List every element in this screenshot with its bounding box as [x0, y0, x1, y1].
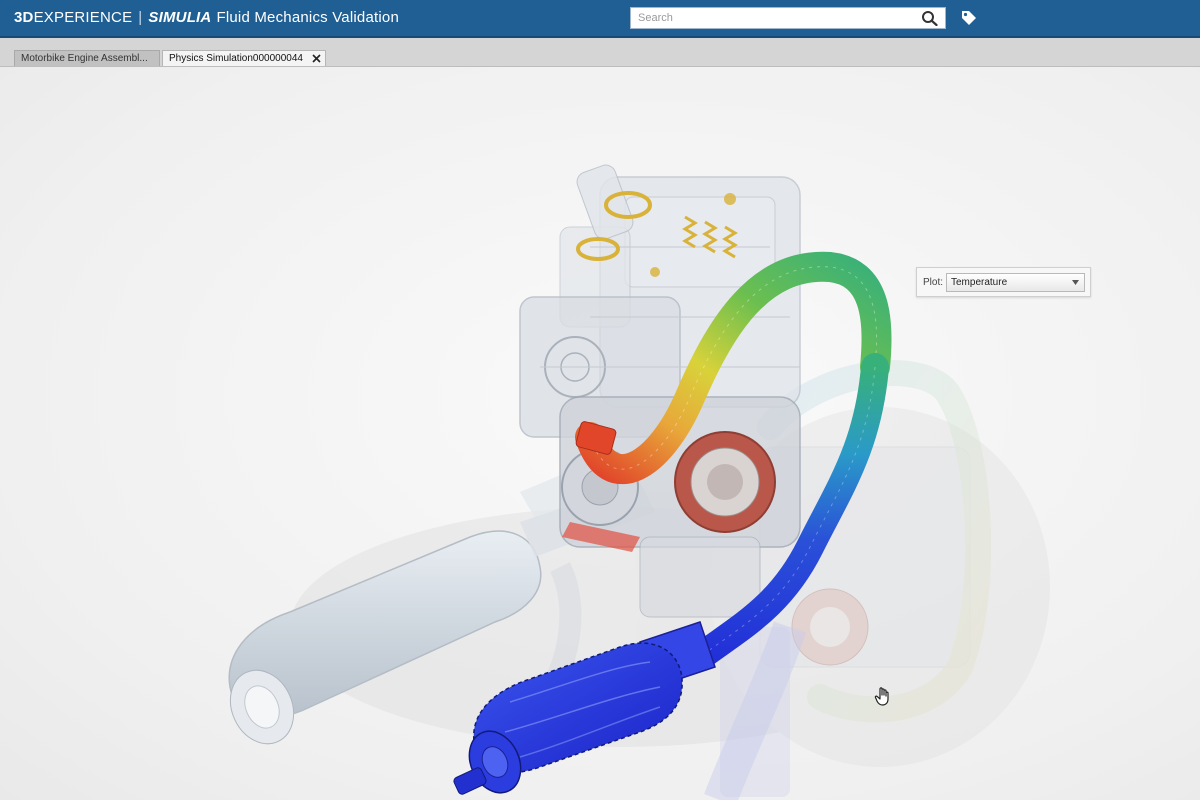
close-icon[interactable] [312, 54, 321, 63]
search-icon[interactable] [921, 10, 939, 26]
hand-cursor-icon [874, 687, 889, 706]
search-input[interactable] [631, 8, 915, 28]
plot-selector-panel: Plot: Temperature [916, 267, 1091, 297]
tab-physics-simulation[interactable]: Physics Simulation000000044 [162, 50, 326, 66]
app-title: Fluid Mechanics Validation [216, 9, 399, 26]
3d-viewport[interactable] [0, 67, 1200, 800]
search-box [630, 7, 946, 29]
tab-label: Physics Simulation000000044 [169, 53, 303, 64]
brand-experience: EXPERIENCE [33, 9, 133, 26]
tag-icon[interactable] [960, 9, 978, 27]
brand-simulia: SIMULIA [148, 9, 212, 26]
brand-3d: 3D [14, 9, 34, 26]
tab-strip: Motorbike Engine Assembl... Physics Simu… [0, 38, 1200, 67]
engine-exhaust-model[interactable] [0, 67, 1200, 800]
brand-separator: | [138, 9, 143, 26]
tab-motorbike-engine-assembly[interactable]: Motorbike Engine Assembl... [14, 50, 160, 66]
plot-type-dropdown[interactable]: Temperature [946, 273, 1085, 292]
brand-title: 3DEXPERIENCE | SIMULIA Fluid Mechanics Vali… [14, 9, 399, 26]
plot-label: Plot: [923, 277, 944, 288]
chevron-down-icon [1072, 280, 1079, 285]
top-bar: 3DEXPERIENCE | SIMULIA Fluid Mechanics Vali… [0, 0, 1200, 38]
plot-type-value: Temperature [951, 277, 1008, 288]
